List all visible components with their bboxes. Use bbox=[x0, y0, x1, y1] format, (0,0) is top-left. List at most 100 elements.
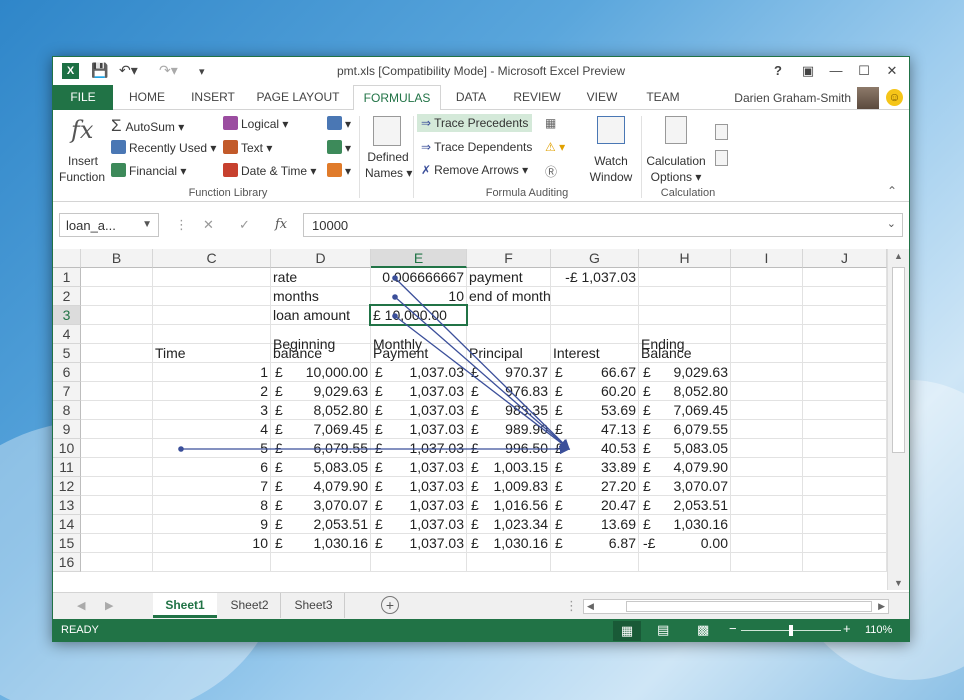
cell-pay[interactable]: 1,037.03 bbox=[373, 382, 465, 401]
help-button[interactable]: ? bbox=[765, 61, 791, 81]
sheet-tab-sheet2[interactable]: Sheet2 bbox=[219, 593, 281, 618]
cell-prin[interactable]: 1,023.34 bbox=[469, 515, 549, 534]
cell-end[interactable]: 9,029.63 bbox=[641, 363, 729, 382]
zoom-out-icon[interactable]: − bbox=[729, 621, 737, 636]
worksheet-grid[interactable]: B C D E F G H I J 1 2 3 4 5 6 7 8 9 10 11 12 13 14 15 16 rate 0.00… bbox=[53, 249, 887, 590]
calculation-options-icon[interactable] bbox=[665, 116, 687, 144]
row-header-4[interactable]: 4 bbox=[53, 325, 81, 344]
cell-time[interactable]: 9 bbox=[155, 515, 268, 534]
cell-end[interactable]: 0.00 bbox=[641, 534, 728, 553]
scroll-right-icon[interactable]: ▶ bbox=[878, 601, 885, 612]
new-sheet-icon[interactable]: + bbox=[381, 596, 399, 614]
lookup-reference-button[interactable]: ▾ bbox=[327, 116, 351, 131]
cell-beg[interactable]: 9,029.63 bbox=[273, 382, 369, 401]
cell-end[interactable]: 4,079.90 bbox=[641, 458, 729, 477]
column-header-j[interactable]: J bbox=[803, 249, 887, 268]
recently-used-button[interactable]: Recently Used ▾ bbox=[111, 140, 216, 155]
name-box-dropdown-icon[interactable]: ▼ bbox=[142, 219, 152, 230]
scroll-left-icon[interactable]: ◀ bbox=[587, 601, 594, 612]
cell-beg[interactable]: 7,069.45 bbox=[273, 420, 369, 439]
zoom-slider-thumb[interactable] bbox=[789, 625, 793, 636]
normal-view-icon[interactable]: ▦ bbox=[613, 621, 641, 641]
cell-d2[interactable]: months bbox=[273, 287, 368, 306]
prev-sheet-icon[interactable]: ◀ bbox=[77, 599, 85, 612]
page-break-preview-icon[interactable]: ▩ bbox=[697, 622, 709, 638]
cell-g5[interactable]: Interest bbox=[553, 344, 636, 363]
cell-int[interactable]: 27.20 bbox=[553, 477, 636, 496]
insert-function-icon[interactable]: fx bbox=[71, 116, 93, 144]
cell-d1[interactable]: rate bbox=[273, 268, 368, 287]
tab-view[interactable]: VIEW bbox=[579, 85, 625, 110]
row-header-1[interactable]: 1 bbox=[53, 268, 81, 287]
column-header-i[interactable]: I bbox=[731, 249, 803, 268]
avatar[interactable] bbox=[857, 87, 879, 109]
vertical-scrollbar[interactable]: ▲ ▼ bbox=[887, 249, 909, 590]
more-functions-button[interactable]: ▾ bbox=[327, 163, 351, 178]
cell-end[interactable]: 5,083.05 bbox=[641, 439, 729, 458]
row-header-7[interactable]: 7 bbox=[53, 382, 81, 401]
tab-file[interactable]: FILE bbox=[53, 85, 113, 110]
cell-end[interactable]: 7,069.45 bbox=[641, 401, 729, 420]
cell-end[interactable]: 1,030.16 bbox=[641, 515, 729, 534]
calculate-sheet-icon[interactable] bbox=[715, 150, 728, 166]
minimize-button[interactable]: — bbox=[823, 61, 849, 81]
customize-qat-icon[interactable]: ▾ bbox=[199, 65, 205, 78]
cell-d5[interactable]: balance bbox=[273, 344, 368, 363]
cell-end[interactable]: 3,070.07 bbox=[641, 477, 729, 496]
row-header-5[interactable]: 5 bbox=[53, 344, 81, 363]
cell-int[interactable]: 6.87 bbox=[553, 534, 636, 553]
cell-int[interactable]: 53.69 bbox=[553, 401, 636, 420]
cell-h5[interactable]: Balance bbox=[641, 344, 728, 363]
row-header-9[interactable]: 9 bbox=[53, 420, 81, 439]
tab-split-grip-icon[interactable]: ⋮ bbox=[565, 598, 578, 614]
defined-names-label-2[interactable]: Names ▾ bbox=[365, 166, 412, 180]
date-time-button[interactable]: Date & Time ▾ bbox=[223, 163, 316, 178]
cell-beg[interactable]: 4,079.90 bbox=[273, 477, 369, 496]
cell-beg[interactable]: 2,053.51 bbox=[273, 515, 369, 534]
ribbon-display-options-button[interactable]: ▣ bbox=[795, 61, 821, 81]
cell-int[interactable]: 20.47 bbox=[553, 496, 636, 515]
calculate-now-icon[interactable] bbox=[715, 124, 728, 140]
evaluate-formula-icon[interactable]: Ⓡ bbox=[545, 163, 557, 180]
cell-time[interactable]: 5 bbox=[155, 439, 268, 458]
cell-prin[interactable]: 1,003.15 bbox=[469, 458, 549, 477]
watch-window-label-2[interactable]: Window bbox=[587, 170, 635, 184]
cell-time[interactable]: 4 bbox=[155, 420, 268, 439]
column-header-b[interactable]: B bbox=[81, 249, 153, 268]
row-header-8[interactable]: 8 bbox=[53, 401, 81, 420]
cell-e1[interactable]: 0.006666667 bbox=[373, 268, 464, 287]
insert-function-label-2[interactable]: Function bbox=[59, 170, 105, 184]
calculation-options-label[interactable]: Calculation bbox=[643, 154, 709, 168]
confirm-entry-icon[interactable]: ✓ bbox=[239, 217, 250, 233]
horizontal-scroll-thumb[interactable] bbox=[626, 601, 872, 612]
cell-prin[interactable]: 989.90 bbox=[469, 420, 548, 439]
cell-end[interactable]: 2,053.51 bbox=[641, 496, 729, 515]
cell-e5[interactable]: Payment bbox=[373, 344, 464, 363]
logical-button[interactable]: Logical ▾ bbox=[223, 116, 288, 131]
insert-function-label[interactable]: Insert bbox=[67, 154, 99, 168]
cell-int[interactable]: 60.20 bbox=[553, 382, 636, 401]
cell-int[interactable]: 13.69 bbox=[553, 515, 636, 534]
cell-prin[interactable]: 996.50 bbox=[469, 439, 548, 458]
cell-pay[interactable]: 1,037.03 bbox=[373, 420, 465, 439]
cell-prin[interactable]: 1,016.56 bbox=[469, 496, 549, 515]
column-header-c[interactable]: C bbox=[153, 249, 271, 268]
cell-time[interactable]: 8 bbox=[155, 496, 268, 515]
column-header-f[interactable]: F bbox=[467, 249, 551, 268]
cell-beg[interactable]: 8,052.80 bbox=[273, 401, 369, 420]
cell-time[interactable]: 1 bbox=[155, 363, 268, 382]
cell-time[interactable]: 6 bbox=[155, 458, 268, 477]
column-header-g[interactable]: G bbox=[551, 249, 639, 268]
zoom-level[interactable]: 110% bbox=[865, 624, 892, 636]
cell-time[interactable]: 7 bbox=[155, 477, 268, 496]
scroll-down-icon[interactable]: ▼ bbox=[894, 578, 903, 588]
row-header-14[interactable]: 14 bbox=[53, 515, 81, 534]
row-header-15[interactable]: 15 bbox=[53, 534, 81, 553]
vertical-scroll-thumb[interactable] bbox=[892, 267, 905, 453]
watch-window-icon[interactable] bbox=[597, 116, 625, 144]
cell-prin[interactable]: 976.83 bbox=[469, 382, 548, 401]
close-button[interactable]: ✕ bbox=[879, 61, 905, 81]
cell-beg[interactable]: 10,000.00 bbox=[273, 363, 368, 382]
text-button[interactable]: Text ▾ bbox=[223, 140, 272, 155]
select-all-corner[interactable] bbox=[53, 249, 81, 268]
